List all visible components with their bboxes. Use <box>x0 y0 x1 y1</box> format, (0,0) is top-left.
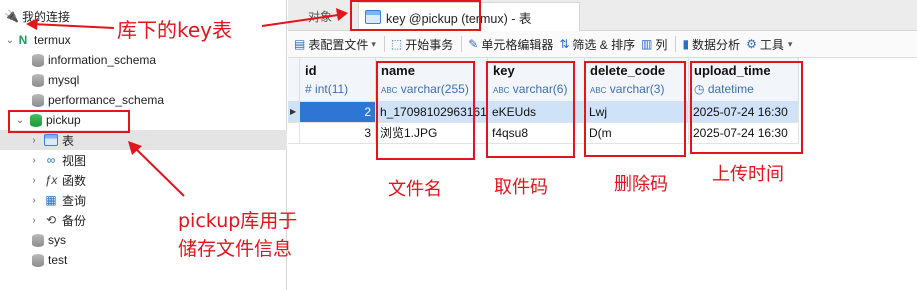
arrow-head <box>336 8 348 21</box>
annotation-delete-code: 删除码 <box>614 174 668 195</box>
arrow-head <box>26 18 38 30</box>
arrow-line <box>261 14 339 27</box>
annotation-upload-time: 上传时间 <box>712 164 784 185</box>
annotation-pickup-note-2: 储存文件信息 <box>178 238 293 260</box>
app-window: 🔌 我的连接 ⌄ N termux information_schema mys… <box>0 0 917 290</box>
annotation-tables-note: 库下的key表 <box>117 18 233 42</box>
annotation-pickup-note-1: pickup库用于 <box>178 210 298 232</box>
arrow-line <box>133 146 185 197</box>
annotation-arrows <box>26 8 348 197</box>
arrow-line <box>31 23 115 29</box>
annotation-fetch-code: 取件码 <box>494 177 548 198</box>
annotation-filename: 文件名 <box>388 179 442 200</box>
